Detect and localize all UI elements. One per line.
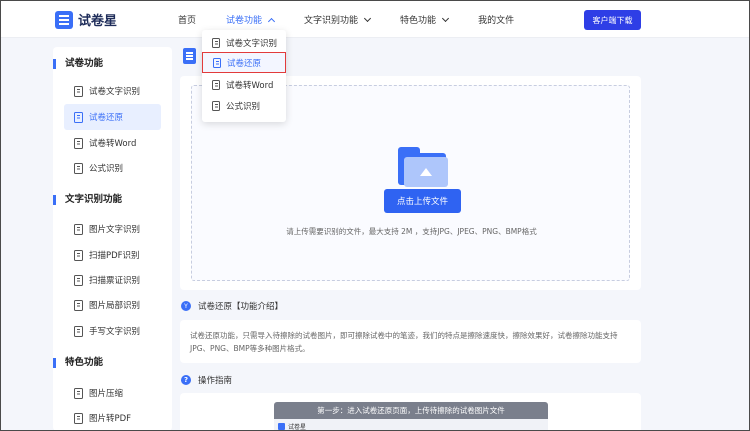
dropdown-item-formula-ocr[interactable]: 公式识别 bbox=[202, 95, 286, 116]
nav-label: 首页 bbox=[178, 16, 197, 26]
dropdown-item-label: 试卷转Word bbox=[226, 80, 274, 91]
sidebar-item-label: 公式识别 bbox=[89, 164, 124, 174]
sidebar-item-label: 手写文字识别 bbox=[89, 327, 141, 337]
dropdown-item-exam-to-word[interactable]: 试卷转Word bbox=[202, 74, 286, 95]
sidebar-item-label: 图片文字识别 bbox=[89, 225, 141, 235]
nav-label: 特色功能 bbox=[400, 16, 437, 26]
sidebar-item-label: 扫描PDF识别 bbox=[89, 251, 140, 261]
client-download-button[interactable]: 客户端下载 bbox=[584, 10, 641, 30]
dropdown-item-label: 公式识别 bbox=[226, 101, 261, 112]
document-icon bbox=[74, 223, 83, 235]
sidebar-item-label: 图片局部识别 bbox=[89, 301, 141, 311]
document-icon bbox=[212, 37, 220, 48]
sidebar-item-image-to-pdf[interactable]: 图片转PDF bbox=[64, 405, 161, 431]
page-document-icon bbox=[183, 48, 196, 64]
guide-heading: ? 操作指南 bbox=[181, 374, 232, 386]
dropdown-item-exam-restore[interactable]: 试卷还原 bbox=[202, 52, 286, 73]
document-icon bbox=[212, 79, 220, 90]
sidebar-item-scan-ticket-ocr[interactable]: 扫描票证识别 bbox=[64, 267, 161, 293]
nav-ocr-features[interactable]: 文字识别功能 bbox=[304, 13, 372, 26]
guide-card: 第一步：进入试卷还原页面，上传待擦除的试卷图片文件 试卷星 bbox=[180, 393, 641, 431]
sidebar-item-image-compress[interactable]: 图片压缩 bbox=[64, 380, 161, 406]
document-icon bbox=[74, 274, 83, 286]
nav-label: 试卷功能 bbox=[226, 16, 263, 26]
sidebar-item-label: 扫描票证识别 bbox=[89, 276, 141, 286]
mini-logo-text: 试卷星 bbox=[288, 424, 307, 431]
document-icon bbox=[74, 111, 83, 123]
document-icon bbox=[74, 387, 83, 399]
mini-logo-icon bbox=[278, 423, 285, 430]
main-nav: 首页 试卷功能 文字识别功能 特色功能 我的文件 bbox=[178, 13, 544, 26]
intro-heading: Y 试卷还原【功能介绍】 bbox=[181, 300, 283, 312]
intro-text: 试卷还原功能，只需导入待擦除的试卷图片，即可擦除试卷中的笔迹，我们的特点是擦除速… bbox=[190, 331, 618, 353]
document-icon bbox=[213, 57, 221, 68]
sidebar-item-handwriting-ocr[interactable]: 手写文字识别 bbox=[64, 318, 161, 344]
exam-features-dropdown: 试卷文字识别 试卷还原 试卷转Word 公式识别 bbox=[202, 30, 286, 122]
dropdown-item-label: 试卷还原 bbox=[227, 58, 262, 69]
nav-label: 我的文件 bbox=[478, 16, 515, 26]
document-icon bbox=[74, 137, 83, 149]
logo-icon bbox=[55, 10, 73, 29]
upload-file-button[interactable]: 点击上传文件 bbox=[384, 189, 461, 213]
sidebar-item-label: 图片转PDF bbox=[89, 414, 132, 424]
document-icon bbox=[74, 85, 83, 97]
chevron-down-icon bbox=[442, 14, 450, 22]
sidebar-section-title: 特色功能 bbox=[53, 354, 172, 372]
chevron-up-icon bbox=[267, 17, 276, 25]
upload-hint: 请上传需要识别的文件，最大支持 2M ，支持JPG、JPEG、PNG、BMP格式 bbox=[286, 227, 537, 236]
sidebar-item-formula-ocr[interactable]: 公式识别 bbox=[64, 155, 161, 181]
sidebar-section-title: 试卷功能 bbox=[53, 55, 172, 73]
nav-special-features[interactable]: 特色功能 bbox=[400, 13, 450, 26]
top-navbar: 试卷星 首页 试卷功能 文字识别功能 特色功能 我的文件 客户端下载 bbox=[1, 1, 749, 38]
document-icon bbox=[74, 412, 83, 424]
sidebar-item-label: 试卷还原 bbox=[89, 113, 124, 123]
dropdown-item-label: 试卷文字识别 bbox=[226, 38, 278, 49]
sidebar-item-partial-ocr[interactable]: 图片局部识别 bbox=[64, 292, 161, 318]
sidebar-item-label: 试卷转Word bbox=[89, 139, 137, 149]
document-icon bbox=[74, 249, 83, 261]
folder-upload-icon bbox=[398, 147, 448, 187]
document-icon bbox=[74, 299, 83, 311]
nav-exam-features[interactable]: 试卷功能 bbox=[226, 13, 276, 26]
logo-text: 试卷星 bbox=[78, 14, 118, 29]
upload-arrow-icon bbox=[420, 168, 432, 176]
intro-title: 试卷还原【功能介绍】 bbox=[198, 302, 284, 312]
intro-card: 试卷还原功能，只需导入待擦除的试卷图片，即可擦除试卷中的笔迹，我们的特点是擦除速… bbox=[180, 320, 641, 363]
nav-my-files[interactable]: 我的文件 bbox=[478, 13, 514, 26]
sidebar-item-exam-to-word[interactable]: 试卷转Word bbox=[64, 130, 161, 156]
sidebar-item-exam-restore[interactable]: 试卷还原 bbox=[64, 104, 161, 130]
sidebar-section-title: 文字识别功能 bbox=[53, 191, 172, 209]
sidebar-item-label: 试卷文字识别 bbox=[89, 87, 141, 97]
question-icon: ? bbox=[181, 375, 191, 385]
chevron-down-icon bbox=[364, 14, 372, 22]
document-icon bbox=[212, 100, 220, 111]
document-icon bbox=[74, 325, 83, 337]
document-icon bbox=[74, 162, 83, 174]
sidebar-item-label: 图片压缩 bbox=[89, 389, 124, 399]
sidebar-item-image-ocr[interactable]: 图片文字识别 bbox=[64, 216, 161, 242]
dropdown-item-exam-ocr[interactable]: 试卷文字识别 bbox=[202, 32, 286, 53]
guide-title: 操作指南 bbox=[198, 376, 233, 386]
nav-label: 文字识别功能 bbox=[304, 16, 359, 26]
step-title: 第一步：进入试卷还原页面，上传待擦除的试卷图片文件 bbox=[274, 402, 548, 419]
logo[interactable]: 试卷星 bbox=[55, 10, 117, 29]
nav-home[interactable]: 首页 bbox=[178, 13, 196, 26]
sidebar-item-scan-pdf-ocr[interactable]: 扫描PDF识别 bbox=[64, 242, 161, 268]
sidebar: 试卷功能 试卷文字识别 试卷还原 试卷转Word 公式识别 文字识别功能 图片文… bbox=[53, 47, 172, 431]
step-inner-header: 试卷星 bbox=[278, 422, 306, 431]
sidebar-item-exam-ocr[interactable]: 试卷文字识别 bbox=[64, 78, 161, 104]
function-intro-icon: Y bbox=[181, 301, 191, 311]
step-screenshot: 第一步：进入试卷还原页面，上传待擦除的试卷图片文件 试卷星 bbox=[274, 402, 548, 431]
